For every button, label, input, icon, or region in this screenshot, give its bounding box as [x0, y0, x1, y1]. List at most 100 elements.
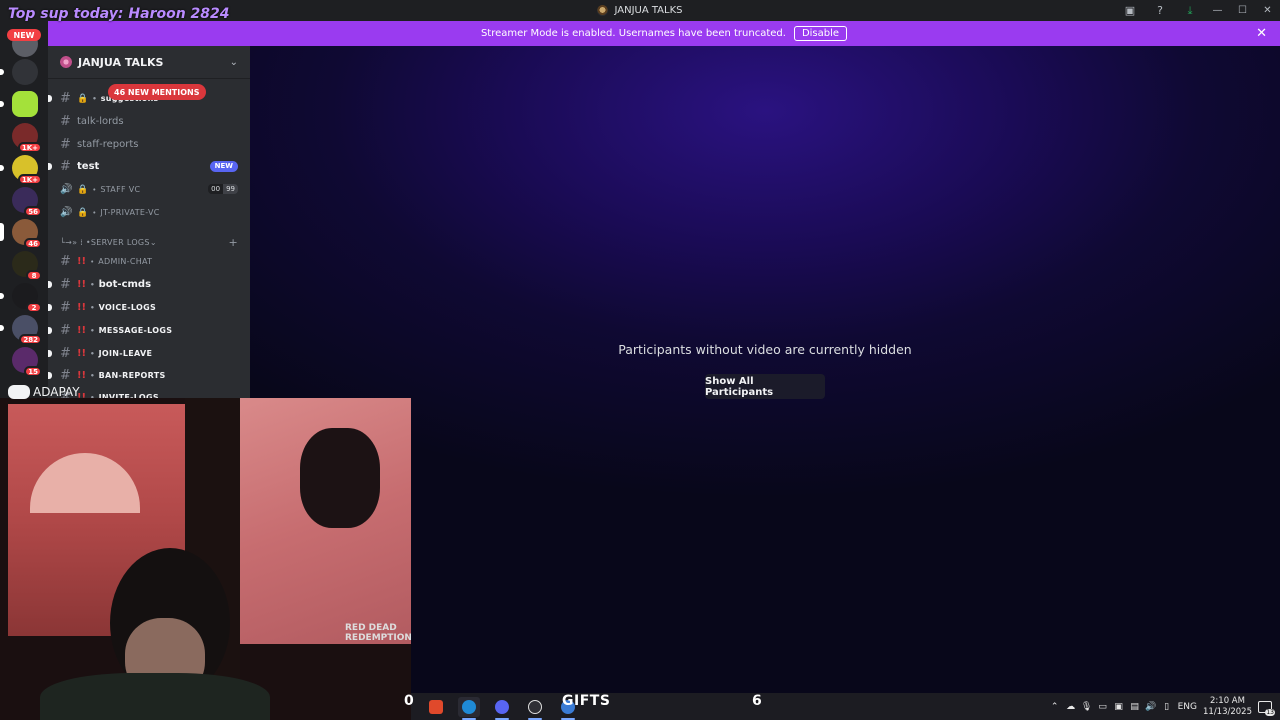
unread-indicator: [48, 281, 52, 288]
language-indicator[interactable]: ENG: [1178, 702, 1197, 712]
banner-text: Streamer Mode is enabled. Usernames have…: [480, 28, 786, 39]
disable-button[interactable]: Disable: [793, 26, 848, 41]
server-icon[interactable]: 282: [0, 315, 42, 345]
server-unread-pip: [0, 325, 4, 331]
server-icon[interactable]: [0, 59, 38, 85]
alert-icon: !!: [77, 347, 87, 359]
voice-channel-jt-private-vc[interactable]: 🔊 🔒 • JT-PRIVATE-VC: [48, 202, 250, 222]
voice-count-current: 00: [208, 184, 224, 194]
server-icon[interactable]: 56: [12, 187, 42, 217]
speaker-icon: 🔊: [60, 206, 73, 218]
channel-name: JOIN-LEAVE: [98, 348, 153, 358]
unread-indicator: [48, 163, 52, 170]
webcam-feed: RED DEAD REDEMPTION: [0, 398, 411, 720]
close-icon[interactable]: ✕: [1256, 26, 1267, 41]
dot-separator: •: [90, 257, 95, 266]
server-icon[interactable]: 1K+: [12, 123, 42, 153]
cloud-icon[interactable]: ☁: [1066, 702, 1076, 712]
server-icon[interactable]: 15: [12, 347, 42, 377]
help-icon[interactable]: ?: [1145, 0, 1175, 21]
hash-icon: #: [60, 113, 71, 129]
alert-icon: !!: [77, 278, 87, 290]
category-prefix: └→» ⁞ •: [60, 237, 91, 247]
gifts-label: GIFTS: [562, 693, 611, 709]
channel-name: BAN-REPORTS: [98, 370, 166, 380]
adapay-overlay: ADAPAY: [8, 384, 80, 400]
server-icon[interactable]: 2: [0, 283, 42, 313]
maximize-icon[interactable]: ☐: [1230, 0, 1255, 21]
channel-staff-reports[interactable]: # staff-reports: [48, 134, 250, 154]
speaker-icon: 🔊: [60, 183, 73, 195]
new-mentions-pill[interactable]: 46 NEW MENTIONS: [108, 84, 206, 100]
battery-icon[interactable]: ▯: [1162, 702, 1172, 712]
channel-talk-lords[interactable]: # talk-lords: [48, 111, 250, 131]
hash-icon: #: [60, 299, 71, 315]
channel-test[interactable]: # test NEW: [48, 156, 250, 176]
overlay-zero: 0: [404, 693, 414, 709]
discord-icon[interactable]: [491, 697, 513, 720]
channel-bot-cmds[interactable]: # !! • bot-cmds: [48, 274, 250, 294]
network-icon[interactable]: ▤: [1130, 702, 1140, 712]
window-title-text: JANJUA TALKS: [614, 5, 683, 16]
chevron-up-icon[interactable]: ⌃: [1050, 702, 1060, 712]
alert-icon: !!: [77, 255, 87, 267]
show-all-participants-button[interactable]: Show All Participants: [705, 374, 825, 399]
volume-icon[interactable]: 🔊: [1145, 702, 1156, 712]
gifts-count: 6: [752, 693, 762, 709]
notifications-icon[interactable]: 13: [1258, 700, 1275, 716]
alert-icon: !!: [77, 324, 87, 336]
edge-icon[interactable]: [458, 697, 480, 720]
adapay-logo-icon: [8, 385, 30, 399]
close-window-icon[interactable]: ✕: [1255, 0, 1280, 21]
channel-name: bot-cmds: [98, 278, 152, 290]
voice-count-limit: 99: [223, 184, 238, 194]
channel-join-leave[interactable]: # !! • JOIN-LEAVE: [48, 343, 250, 363]
screen: { "overlay": { "top_text": "Top sup toda…: [0, 0, 1280, 720]
server-icon[interactable]: 8: [12, 251, 42, 281]
server-icon[interactable]: 46: [0, 219, 42, 249]
obs-icon[interactable]: [524, 697, 546, 720]
hash-icon: #: [60, 158, 71, 174]
hash-icon: #: [60, 345, 71, 361]
channel-voice-logs[interactable]: # !! • VOICE-LOGS: [48, 297, 250, 317]
server-icon[interactable]: 1K+: [0, 155, 42, 185]
display-icon[interactable]: ▭: [1098, 702, 1108, 712]
unread-indicator: [48, 350, 52, 357]
server-icon[interactable]: [0, 91, 38, 117]
tray-app-icon[interactable]: ▣: [1114, 702, 1124, 712]
participants-hidden-message: Participants without video are currently…: [618, 342, 912, 357]
chevron-down-icon[interactable]: ⌄: [230, 57, 238, 68]
window-title: JANJUA TALKS: [597, 5, 683, 16]
dot-separator: •: [90, 371, 95, 380]
webcam-poster-text: RED DEAD REDEMPTION: [345, 623, 411, 643]
minimize-icon[interactable]: —: [1205, 0, 1230, 21]
hash-icon: #: [60, 276, 71, 292]
server-badge: 282: [19, 334, 42, 345]
guild-header[interactable]: JANJUA TALKS ⌄: [48, 46, 250, 79]
download-icon[interactable]: ⤓: [1175, 0, 1205, 21]
channel-message-logs[interactable]: # !! • MESSAGE-LOGS: [48, 320, 250, 340]
channel-admin-chat[interactable]: # !! • ADMIN-CHAT: [48, 251, 250, 271]
new-servers-pill[interactable]: NEW: [7, 29, 41, 41]
lock-icon: 🔒: [77, 184, 89, 195]
unread-indicator: [48, 327, 52, 334]
channel-ban-reports[interactable]: # !! • BAN-REPORTS: [48, 365, 250, 385]
brave-icon[interactable]: [425, 697, 447, 717]
add-channel-icon[interactable]: +: [228, 236, 238, 249]
streamer-mode-banner: Streamer Mode is enabled. Usernames have…: [48, 21, 1280, 46]
channel-sidebar: JANJUA TALKS ⌄ 46 NEW MENTIONS # 🔒•sugge…: [48, 46, 250, 401]
voice-channel-staff-vc[interactable]: 🔊 🔒 • STAFF VC 00 99: [48, 179, 250, 199]
server-badge: 46: [24, 238, 42, 249]
inbox-icon[interactable]: ▣: [1115, 0, 1145, 21]
channel-name: VOICE-LOGS: [98, 302, 157, 312]
server-badge: 15: [24, 366, 42, 377]
new-tag: NEW: [209, 160, 238, 172]
server-selected-pip: [0, 223, 4, 241]
channel-name: STAFF VC: [100, 184, 141, 194]
channel-name: JT-PRIVATE-VC: [100, 207, 160, 217]
server-unread-pip: [0, 293, 4, 299]
microphone-icon[interactable]: 🎙: [1081, 702, 1092, 712]
system-tray: ⌃ ☁ 🎙 ▭ ▣ ▤ 🔊 ▯ ENG 2:10 AM 11/13/2025 1…: [1050, 693, 1280, 720]
category-server-logs[interactable]: └→» ⁞ • SERVER LOGS ⌄ +: [60, 234, 238, 250]
clock[interactable]: 2:10 AM 11/13/2025: [1203, 696, 1252, 718]
